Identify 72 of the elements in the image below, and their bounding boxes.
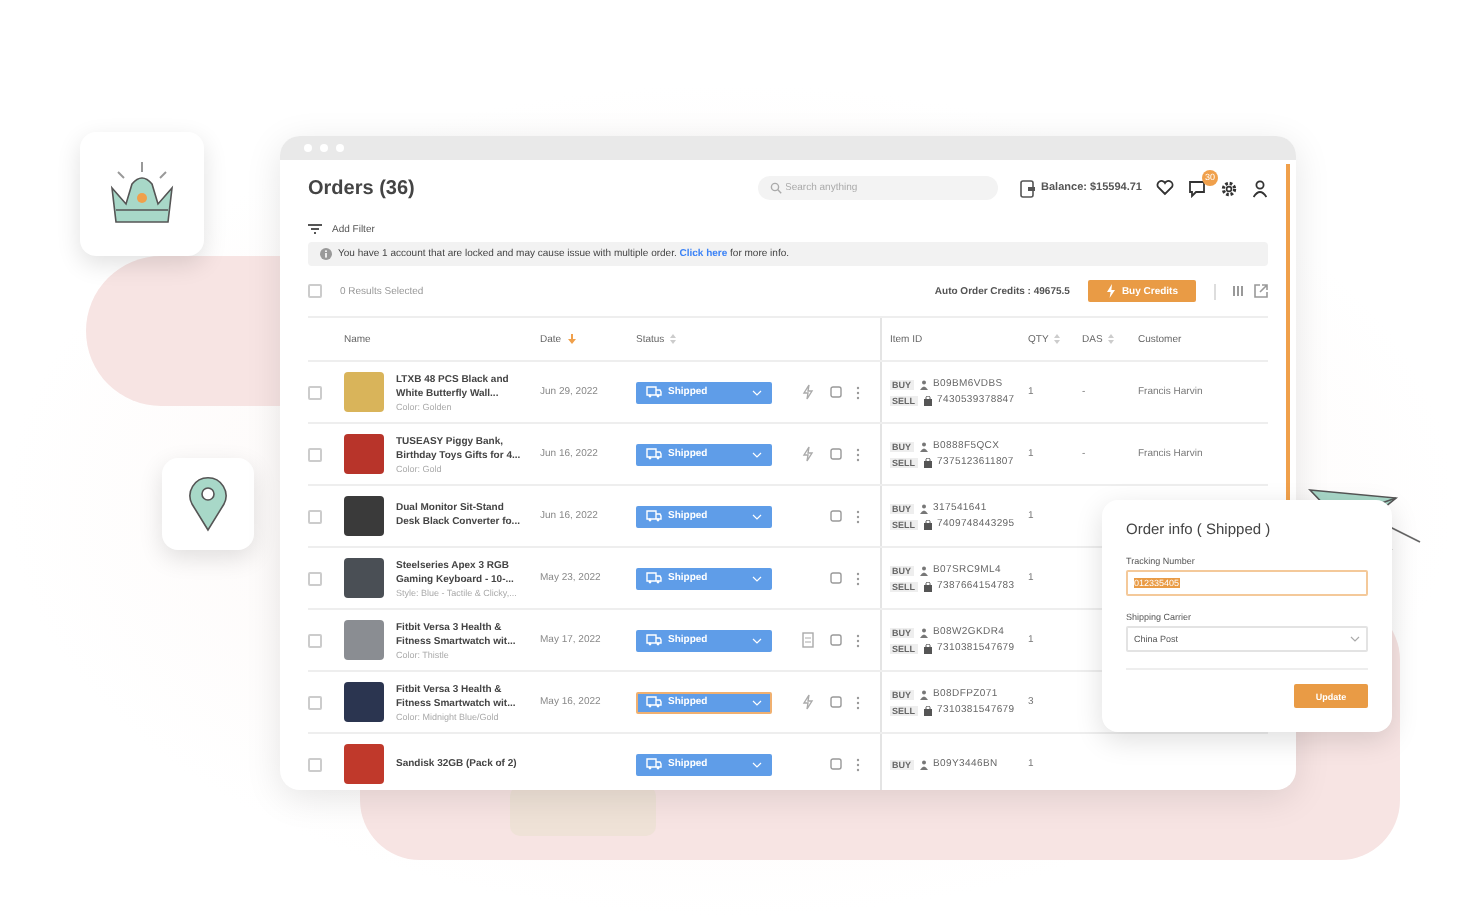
person-icon [919, 759, 928, 769]
shopping-bag-icon [923, 519, 932, 529]
chevron-down-icon [752, 389, 762, 395]
note-icon[interactable] [830, 758, 842, 770]
shopping-bag-icon [923, 643, 932, 653]
note-icon[interactable] [830, 386, 842, 398]
note-icon[interactable] [830, 448, 842, 460]
person-icon [919, 441, 928, 451]
bolt-icon[interactable] [802, 384, 814, 400]
shopping-bag-icon [923, 705, 932, 715]
product-photo-placeholder [344, 620, 384, 660]
sort-arrow-icon[interactable] [567, 334, 576, 344]
select-all-checkbox[interactable] [308, 284, 322, 298]
product-photo-placeholder [344, 372, 384, 412]
row-checkbox[interactable] [308, 633, 322, 647]
chevron-down-icon [752, 637, 762, 643]
truck-icon [646, 758, 662, 770]
export-icon[interactable] [1254, 284, 1268, 298]
shopping-bag-icon [923, 395, 932, 405]
chevron-down-icon [752, 761, 762, 767]
note-icon[interactable] [830, 634, 842, 646]
row-checkbox[interactable] [308, 447, 322, 461]
chevron-down-icon [1350, 636, 1360, 642]
chevron-down-icon [752, 699, 762, 705]
columns-icon[interactable] [1232, 286, 1244, 296]
truck-icon [646, 510, 662, 522]
product-photo-placeholder [344, 496, 384, 536]
person-icon [919, 379, 928, 389]
filter-icon [308, 224, 322, 234]
chat-icon[interactable] [1188, 179, 1206, 197]
wallet-icon[interactable] [1019, 179, 1036, 197]
location-pin-icon [188, 476, 228, 532]
chevron-down-icon [752, 513, 762, 519]
person-icon [919, 565, 928, 575]
product-photo-placeholder [344, 682, 384, 722]
person-icon [919, 689, 928, 699]
shopping-bag-icon [923, 457, 932, 467]
note-icon[interactable] [830, 510, 842, 522]
truck-icon [646, 696, 662, 708]
product-photo-placeholder [344, 434, 384, 474]
bolt-icon[interactable] [802, 446, 814, 462]
bolt-icon [1105, 284, 1116, 298]
truck-icon [646, 572, 662, 584]
truck-icon [646, 448, 662, 460]
user-icon[interactable] [1252, 179, 1268, 197]
shopping-bag-icon [923, 581, 932, 591]
note-icon[interactable] [830, 696, 842, 708]
info-icon [320, 248, 332, 260]
truck-icon [646, 386, 662, 398]
truck-icon [646, 634, 662, 646]
page-title: Orders (36) [308, 177, 417, 199]
sort-icon[interactable] [670, 334, 677, 344]
product-photo-placeholder [344, 558, 384, 598]
note-icon[interactable] [830, 572, 842, 584]
chevron-down-icon [752, 575, 762, 581]
sort-icon[interactable] [1054, 334, 1061, 344]
product-photo-placeholder [344, 744, 384, 784]
row-checkbox[interactable] [308, 695, 322, 709]
sort-icon[interactable] [1108, 334, 1115, 344]
row-checkbox[interactable] [308, 571, 322, 585]
chevron-down-icon [752, 451, 762, 457]
person-icon [919, 627, 928, 637]
crown-icon [106, 160, 178, 228]
bolt-icon[interactable] [802, 694, 814, 710]
row-checkbox[interactable] [308, 385, 322, 399]
row-checkbox[interactable] [308, 509, 322, 523]
person-icon [919, 503, 928, 513]
heart-icon[interactable] [1156, 180, 1174, 196]
row-checkbox[interactable] [308, 757, 322, 771]
receipt-icon[interactable] [802, 632, 816, 648]
settings-icon[interactable] [1220, 179, 1238, 197]
search-icon [769, 182, 782, 194]
